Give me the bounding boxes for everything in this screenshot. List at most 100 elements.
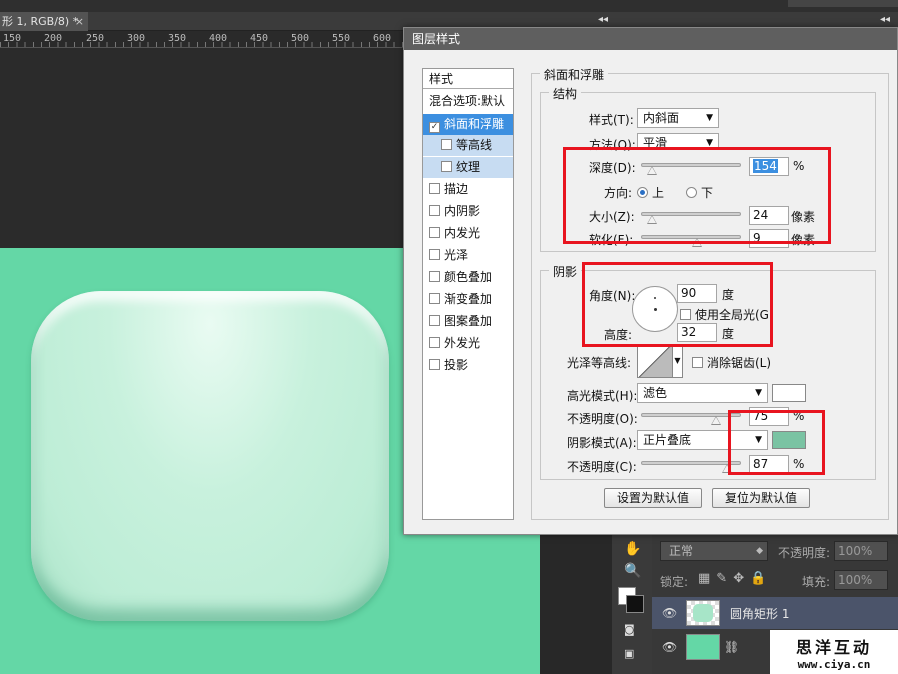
style-item-outer-glow[interactable]: 外发光 [423, 333, 513, 354]
highlight-opacity-label: 不透明度(O): [567, 412, 638, 426]
eye-icon[interactable]: 👁 [662, 606, 677, 620]
style-item-gradient-overlay[interactable]: 渐变叠加 [423, 289, 513, 310]
ruler-tick: 150 [3, 33, 22, 44]
style-item-contour[interactable]: 等高线 [423, 135, 513, 156]
workspace-switcher[interactable] [788, 0, 898, 7]
fill-input[interactable]: 100% [834, 570, 888, 590]
collapse-panel-icon[interactable]: ◂◂ [880, 14, 890, 25]
shadow-mode-label: 阴影模式(A): [567, 436, 637, 450]
style-item-satin[interactable]: 光泽 [423, 245, 513, 266]
style-item-label: 投影 [444, 358, 469, 372]
hand-tool-icon[interactable]: ✋ [624, 541, 641, 557]
layer-opacity-input[interactable]: 100% [834, 541, 888, 561]
lock-label: 锁定: [660, 575, 689, 589]
checkbox[interactable] [429, 293, 440, 304]
zoom-tool-icon[interactable]: 🔍 [624, 563, 641, 579]
layer-thumbnail [686, 600, 720, 626]
checkbox[interactable] [429, 359, 440, 370]
bevel-style-select[interactable]: 内斜面 ▼ [637, 108, 719, 128]
style-item-label: 混合选项:默认 [429, 94, 506, 108]
ruler-tick: 600 [373, 33, 392, 44]
lock-position-icon[interactable]: ✥ [733, 571, 750, 586]
checkbox[interactable] [429, 183, 440, 194]
checkbox[interactable] [429, 227, 440, 238]
highlight-mode-select[interactable]: 滤色 ▼ [637, 383, 768, 403]
checkbox[interactable] [429, 337, 440, 348]
chevron-updown-icon: ◆ [756, 546, 763, 556]
link-icon: ⛓ [724, 640, 740, 654]
chevron-down-icon[interactable]: ▼ [673, 344, 683, 378]
highlight-box-shadow [728, 410, 825, 475]
eye-icon[interactable]: 👁 [662, 640, 677, 654]
style-item-blending-options[interactable]: 混合选项:默认 [423, 91, 513, 112]
layer-blend-mode-value: 正常 [669, 544, 694, 558]
checkbox[interactable] [692, 357, 703, 368]
highlight-color-swatch[interactable] [772, 384, 806, 402]
shadow-opacity-slider[interactable] [641, 461, 741, 473]
layer-name: 圆角矩形 1 [730, 607, 790, 621]
layer-blend-mode-select[interactable]: 正常 ◆ [660, 541, 768, 561]
group-title: 结构 [549, 85, 582, 102]
quick-mask-icon[interactable]: ◙ [624, 623, 635, 636]
reset-default-button[interactable]: 复位为默认值 [712, 488, 810, 508]
checkbox[interactable] [429, 315, 440, 326]
bevel-style-value: 内斜面 [643, 111, 680, 125]
checkbox[interactable] [441, 161, 452, 172]
style-item-stroke[interactable]: 描边 [423, 179, 513, 200]
document-tab[interactable]: 形 1, RGB/8) * × [0, 12, 88, 31]
ruler-tick: 450 [250, 33, 269, 44]
dropdown-arrow-icon: ▼ [706, 113, 713, 123]
watermark-title: 思洋互动 [795, 638, 872, 657]
ruler-tick: 350 [168, 33, 187, 44]
collapse-panel-icon[interactable]: ◂◂ [598, 14, 608, 25]
highlight-mode-value: 滤色 [643, 386, 668, 400]
close-icon[interactable]: × [75, 12, 84, 31]
gloss-contour-preview[interactable] [637, 344, 673, 378]
ruler-tick: 200 [44, 33, 63, 44]
style-item-bevel-emboss[interactable]: ✓ 斜面和浮雕 [423, 114, 513, 135]
horizontal-ruler: 150 200 250 300 350 400 450 500 550 600 [0, 31, 420, 48]
antialiased-checkbox[interactable]: 消除锯齿(L) [692, 354, 771, 371]
highlight-opacity-slider[interactable] [641, 413, 741, 425]
style-item-label: 描边 [444, 182, 469, 196]
checkbox[interactable] [429, 205, 440, 216]
highlight-opacity-handle[interactable] [710, 416, 721, 425]
group-title: 斜面和浮雕 [540, 66, 609, 83]
checkbox[interactable] [429, 271, 440, 282]
checkbox-label: 消除锯齿(L) [707, 356, 772, 370]
style-item-label: 纹理 [456, 160, 481, 174]
layer-thumbnail [686, 634, 720, 660]
lock-image-icon[interactable]: ✎ [716, 571, 733, 586]
layer-opacity-label: 不透明度: [778, 546, 831, 560]
style-item-inner-shadow[interactable]: 内阴影 [423, 201, 513, 222]
style-item-pattern-overlay[interactable]: 图案叠加 [423, 311, 513, 332]
style-item-label: 图案叠加 [444, 314, 493, 328]
lock-options: ▦✎✥🔒 [698, 571, 772, 586]
group-title: 阴影 [549, 263, 582, 280]
ruler-tick: 250 [86, 33, 105, 44]
lock-transparent-icon[interactable]: ▦ [698, 571, 716, 586]
shadow-opacity-label: 不透明度(C): [567, 460, 637, 474]
style-label: 样式(T): [589, 113, 634, 127]
style-item-color-overlay[interactable]: 颜色叠加 [423, 267, 513, 288]
style-list-header: 样式 [423, 69, 513, 89]
ruler-tick: 500 [291, 33, 310, 44]
lock-all-icon[interactable]: 🔒 [750, 571, 772, 586]
checkbox-checked[interactable]: ✓ [429, 122, 440, 133]
style-item-drop-shadow[interactable]: 投影 [423, 355, 513, 376]
fill-label: 填充: [802, 575, 831, 589]
rounded-rectangle-shape[interactable] [31, 291, 389, 621]
style-list: 样式 混合选项:默认 ✓ 斜面和浮雕 等高线 纹理 描边 内阴影 内发光 光泽 颜… [422, 68, 514, 520]
layer-row[interactable]: 👁 圆角矩形 1 [652, 597, 898, 629]
style-item-label: 光泽 [444, 248, 469, 262]
style-item-texture[interactable]: 纹理 [423, 157, 513, 178]
background-color-swatch[interactable] [626, 595, 644, 613]
checkbox[interactable] [429, 249, 440, 260]
dropdown-arrow-icon: ▼ [755, 388, 762, 398]
style-item-label: 斜面和浮雕 [444, 117, 505, 131]
style-item-inner-glow[interactable]: 内发光 [423, 223, 513, 244]
tools-panel: ✋ 🔍 ◙ ▣ [612, 535, 652, 674]
screen-mode-icon[interactable]: ▣ [624, 647, 634, 660]
checkbox[interactable] [441, 139, 452, 150]
make-default-button[interactable]: 设置为默认值 [604, 488, 702, 508]
